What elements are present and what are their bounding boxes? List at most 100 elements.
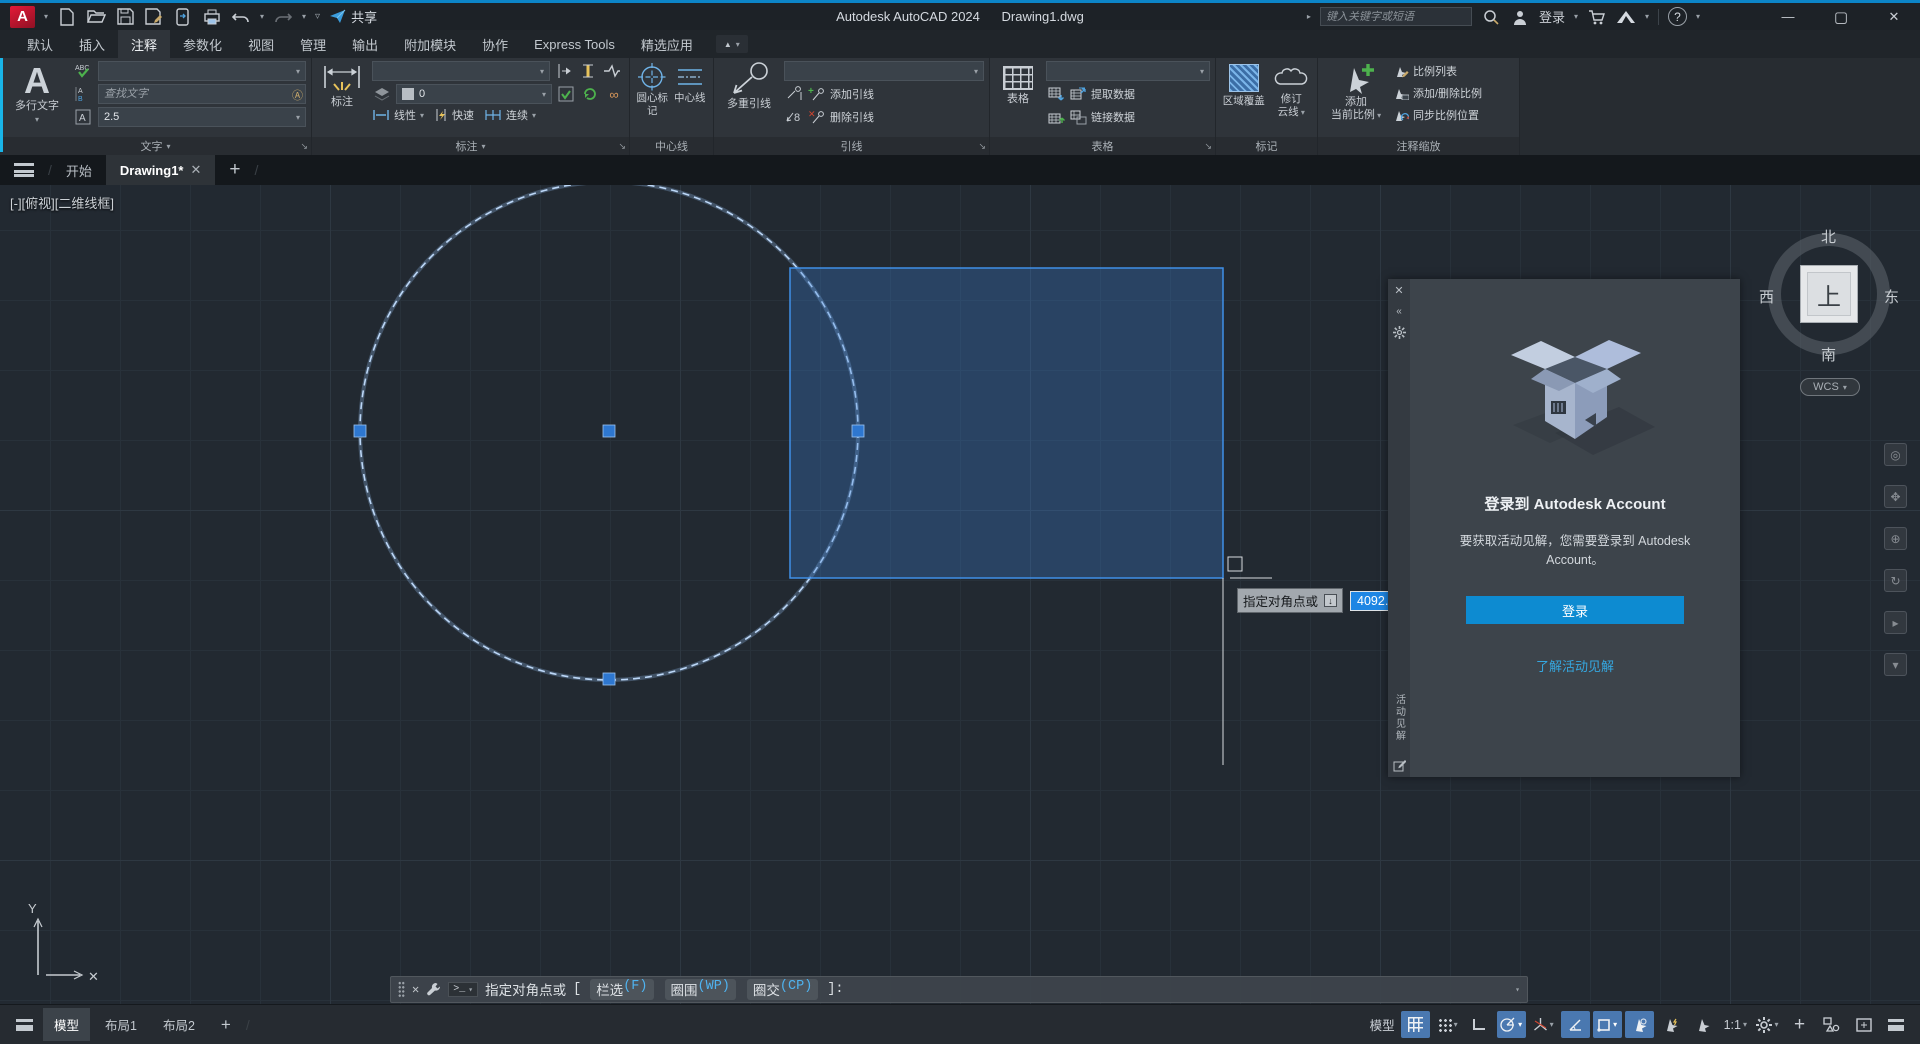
tab-collaborate[interactable]: 协作 xyxy=(469,30,521,58)
save-as-icon[interactable] xyxy=(144,7,164,27)
find-magnifier-icon[interactable]: Ⓐ xyxy=(292,87,303,103)
layout-tab-model[interactable]: 模型 xyxy=(43,1008,90,1041)
annotation-visibility-toggle[interactable] xyxy=(1625,1011,1654,1038)
tab-manage[interactable]: 管理 xyxy=(287,30,339,58)
nav-pan-icon[interactable]: ✥ xyxy=(1884,485,1907,508)
help-icon[interactable]: ? xyxy=(1668,7,1687,26)
layout-menu-icon[interactable] xyxy=(10,1011,39,1038)
new-file-icon[interactable] xyxy=(57,7,77,27)
command-history-caret-icon[interactable]: ▾ xyxy=(1515,985,1520,995)
dim-chain-icon[interactable]: ∞ xyxy=(604,84,624,104)
annotation-autoscale-toggle[interactable] xyxy=(1657,1011,1686,1038)
file-tab-start[interactable]: 开始 xyxy=(52,155,106,185)
file-tab-drawing1[interactable]: Drawing1* ✕ xyxy=(106,155,215,185)
ribbon-collapse-button[interactable]: ▲ ▾ xyxy=(716,35,748,53)
markup-panel-title[interactable]: 标记 xyxy=(1216,137,1317,155)
text-panel-launcher-icon[interactable]: ↘ xyxy=(300,141,308,152)
add-delete-scales-button[interactable]: 添加/删除比例 xyxy=(1394,85,1514,101)
dim-panel-launcher-icon[interactable]: ↘ xyxy=(618,141,626,152)
table-upload-icon[interactable] xyxy=(1046,107,1066,127)
user-icon[interactable] xyxy=(1510,7,1530,27)
nav-wheel-icon[interactable]: ◎ xyxy=(1884,443,1907,466)
leader-align-icon[interactable] xyxy=(784,84,804,104)
viewcube-west[interactable]: 西 xyxy=(1759,286,1774,307)
annoscale-panel-title[interactable]: 注释缩放 xyxy=(1318,137,1519,155)
cart-icon[interactable] xyxy=(1587,7,1607,27)
text-panel-title[interactable]: 文字▾ xyxy=(0,137,311,155)
tab-insert[interactable]: 插入 xyxy=(66,30,118,58)
command-line-close-icon[interactable]: ✕ xyxy=(412,982,419,997)
wcs-dropdown[interactable]: WCS▾ xyxy=(1800,378,1860,396)
command-option-wpolygon[interactable]: 圈围(WP) xyxy=(665,979,736,1000)
new-drawing-tab-button[interactable]: + xyxy=(215,155,254,185)
panel-autohide-icon[interactable]: « xyxy=(1396,306,1402,317)
save-icon[interactable] xyxy=(115,7,135,27)
centerline-panel-title[interactable]: 中心线 xyxy=(630,137,713,155)
plot-icon[interactable] xyxy=(202,7,222,27)
minimize-button[interactable]: — xyxy=(1766,3,1810,30)
autocad-logo[interactable]: A xyxy=(10,6,35,28)
centerline-button[interactable]: 中心线 xyxy=(672,61,708,137)
isodraft-toggle[interactable]: ▾ xyxy=(1529,1011,1558,1038)
add-leader-button[interactable]: + 添加引线 xyxy=(808,86,874,102)
signin-caret-icon[interactable]: ▾ xyxy=(1574,12,1578,21)
leader-collect-icon[interactable]: 8 xyxy=(784,107,804,127)
annotation-scale-icon[interactable] xyxy=(1689,1011,1718,1038)
redo-icon[interactable] xyxy=(273,7,293,27)
text-height-dropdown[interactable]: 2.5▾ xyxy=(98,107,306,127)
polar-tracking-toggle[interactable]: ▾ xyxy=(1497,1011,1526,1038)
dim-tolerance-icon[interactable] xyxy=(578,61,598,81)
signin-label[interactable]: 登录 xyxy=(1539,7,1565,26)
dimension-button[interactable]: 标注 xyxy=(317,61,367,137)
customization-menu-button[interactable] xyxy=(1881,1011,1910,1038)
add-current-scale-button[interactable]: 添加 当前比例 ▾ xyxy=(1323,61,1389,137)
clean-screen-button[interactable] xyxy=(1849,1011,1878,1038)
ortho-toggle[interactable] xyxy=(1465,1011,1494,1038)
grid-toggle[interactable] xyxy=(1401,1011,1430,1038)
share-button[interactable]: 共享 xyxy=(329,7,377,26)
close-button[interactable]: ✕ xyxy=(1872,3,1916,30)
model-space-toggle[interactable]: 模型 xyxy=(1367,1011,1398,1038)
continue-dim-button[interactable]: 连续▾ xyxy=(484,107,536,123)
panel-feedback-icon[interactable] xyxy=(1393,759,1406,772)
search-icon[interactable] xyxy=(1481,7,1501,27)
scale-list-button[interactable]: 比例列表 xyxy=(1394,63,1514,79)
viewcube[interactable]: 北 西 东 南 上 WCS▾ xyxy=(1767,231,1891,391)
undo-caret-icon[interactable]: ▾ xyxy=(260,12,264,21)
panel-close-icon[interactable]: ✕ xyxy=(1394,284,1403,297)
customize-qat-caret-icon[interactable]: ▿ xyxy=(315,11,320,22)
command-line-wrench-icon[interactable] xyxy=(426,982,441,997)
nav-motion-icon[interactable]: ▸ xyxy=(1884,611,1907,634)
panel-settings-gear-icon[interactable] xyxy=(1393,326,1406,339)
viewcube-top-face[interactable]: 上 xyxy=(1800,265,1858,323)
nav-zoom-icon[interactable]: ⊕ xyxy=(1884,527,1907,550)
table-style-dropdown[interactable]: ▾ xyxy=(1046,61,1210,81)
layout-tab-layout1[interactable]: 布局1 xyxy=(94,1008,148,1041)
dim-jog-line-icon[interactable] xyxy=(602,61,622,81)
quick-dim-button[interactable]: 快速 xyxy=(434,107,474,123)
redo-caret-icon[interactable]: ▾ xyxy=(302,12,306,21)
dim-layer-dropdown[interactable]: 0▾ xyxy=(396,84,552,104)
snap-toggle[interactable]: ▾ xyxy=(1433,1011,1462,1038)
object-snap-toggle[interactable]: ▾ xyxy=(1593,1011,1622,1038)
dim-style-dropdown[interactable]: ▾ xyxy=(372,61,550,81)
learn-insights-link[interactable]: 了解活动见解 xyxy=(1536,656,1614,675)
help-caret-icon[interactable]: ▾ xyxy=(1696,12,1700,21)
revcloud-button[interactable]: 修订 云线 ▾ xyxy=(1270,61,1312,137)
tab-output[interactable]: 输出 xyxy=(339,30,391,58)
command-prompt-icon[interactable]: >_▾ xyxy=(448,982,478,997)
linear-dim-button[interactable]: 线性▾ xyxy=(372,107,424,123)
isolate-objects-button[interactable] xyxy=(1817,1011,1846,1038)
text-style-dropdown[interactable]: ▾ xyxy=(98,61,306,81)
mtext-button[interactable]: A 多行文字 ▾ xyxy=(5,61,69,137)
link-data-button[interactable]: 链接数据 xyxy=(1070,109,1135,125)
new-layout-button[interactable]: + xyxy=(210,1008,242,1042)
tab-addins[interactable]: 附加模块 xyxy=(391,30,469,58)
file-tab-menu-button[interactable] xyxy=(0,155,48,185)
extract-data-button[interactable]: 提取数据 xyxy=(1070,86,1135,102)
viewcube-north[interactable]: 北 xyxy=(1821,226,1836,247)
spell-check-icon[interactable]: ABC xyxy=(74,61,94,81)
command-line-grip[interactable] xyxy=(398,981,405,998)
find-text-input[interactable] xyxy=(98,84,306,104)
multileader-style-dropdown[interactable]: ▾ xyxy=(784,61,984,81)
